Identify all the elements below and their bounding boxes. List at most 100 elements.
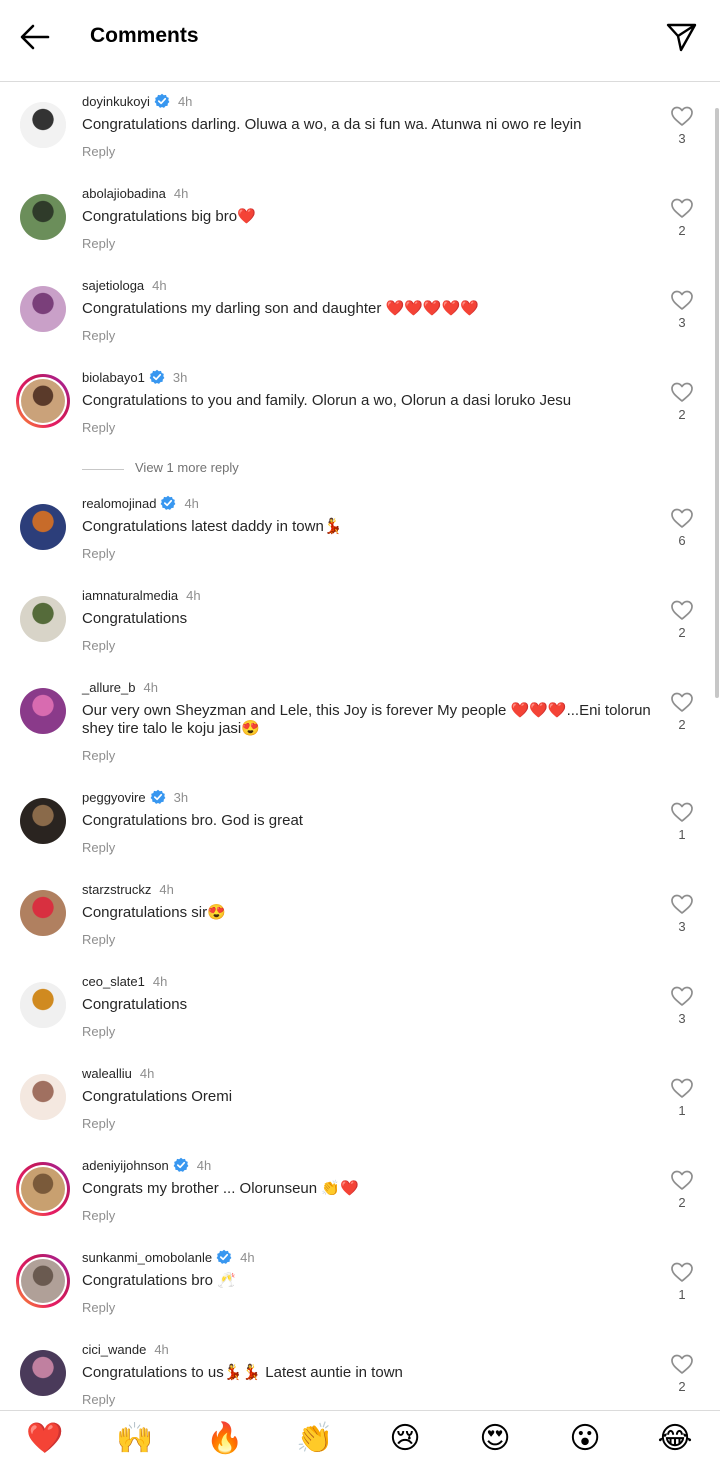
like-count: 3 (678, 315, 686, 330)
reaction-emoji-button[interactable]: 😮 (563, 1419, 607, 1459)
comment-meta: realomojinad 4h (82, 495, 199, 513)
username[interactable]: iamnaturalmedia (82, 588, 178, 603)
username[interactable]: peggyovire (82, 790, 146, 805)
view-more-replies-button[interactable]: View 1 more reply (82, 459, 382, 479)
page-title: Comments (90, 24, 199, 47)
avatar[interactable] (20, 982, 66, 1028)
avatar[interactable] (16, 1254, 70, 1308)
avatar[interactable] (20, 286, 66, 332)
username[interactable]: cici_wande (82, 1342, 146, 1357)
comment-meta: iamnaturalmedia 4h (82, 587, 201, 605)
reaction-emoji-button[interactable]: 😢 (383, 1419, 427, 1459)
comment-text: Congratulations to us💃💃 Latest auntie in… (82, 1364, 403, 1381)
reaction-bar: ❤️ 🙌 🔥 👏 😢 😍 😮 😂 (0, 1410, 720, 1461)
reaction-emoji-button[interactable]: 😂 (653, 1419, 697, 1459)
timestamp: 4h (159, 882, 174, 897)
username[interactable]: sajetiologa (82, 278, 144, 293)
like-heart-icon[interactable] (670, 985, 694, 1007)
comment-meta: sajetiologa 4h (82, 277, 167, 295)
like-heart-icon[interactable] (670, 197, 694, 219)
reply-button[interactable]: Reply (82, 1116, 115, 1131)
scrollbar[interactable] (715, 108, 719, 698)
reply-button[interactable]: Reply (82, 1208, 115, 1223)
reaction-emoji-button[interactable]: 🙌 (113, 1419, 157, 1459)
reply-button[interactable]: Reply (82, 1300, 115, 1315)
comment-row: walealliu 4h Congratulations Oremi Reply 1 (0, 1054, 720, 1146)
verified-badge-icon (156, 495, 176, 511)
comment-text: Congratulations sir😍 (82, 904, 226, 921)
comment-text: Congratulations to you and family. Oloru… (82, 392, 572, 409)
reply-button[interactable]: Reply (82, 144, 115, 159)
like-heart-icon[interactable] (670, 691, 694, 713)
avatar[interactable] (20, 688, 66, 734)
comment-text: Our very own Sheyzman and Lele, this Joy… (82, 702, 651, 737)
timestamp: 4h (152, 278, 167, 293)
avatar[interactable] (20, 890, 66, 936)
reply-button[interactable]: Reply (82, 236, 115, 251)
comment-text: Congratulations bro 🥂 (82, 1272, 236, 1289)
comment-text: Congratulations bro. God is great (82, 812, 303, 829)
avatar[interactable] (20, 504, 66, 550)
reply-button[interactable]: Reply (82, 932, 115, 947)
reply-button[interactable]: Reply (82, 638, 115, 653)
comment-text: Congratulations latest daddy in town💃 (82, 518, 343, 535)
like-heart-icon[interactable] (670, 893, 694, 915)
comment-meta: biolabayo1 3h (82, 369, 187, 387)
avatar[interactable] (20, 798, 66, 844)
like-heart-icon[interactable] (670, 289, 694, 311)
like-heart-icon[interactable] (670, 1353, 694, 1375)
reply-button[interactable]: Reply (82, 748, 115, 763)
like-heart-icon[interactable] (670, 507, 694, 529)
reply-button[interactable]: Reply (82, 546, 115, 561)
avatar[interactable] (20, 1350, 66, 1396)
comment-row: sunkanmi_omobolanle 4h Congratulations bro… (0, 1238, 720, 1330)
verified-badge-icon (150, 93, 170, 109)
reaction-emoji-button[interactable]: 🔥 (203, 1419, 247, 1459)
comment-text: Congrats my brother ... Olorunseun 👏❤️ (82, 1180, 359, 1197)
username[interactable]: _allure_b (82, 680, 136, 695)
username[interactable]: adeniyijohnson (82, 1158, 169, 1173)
comment-meta: doyinkukoyi 4h (82, 93, 192, 111)
timestamp: 3h (173, 790, 189, 805)
avatar[interactable] (20, 596, 66, 642)
username[interactable]: abolajiobadina (82, 186, 166, 201)
like-heart-icon[interactable] (670, 1169, 694, 1191)
username[interactable]: biolabayo1 (82, 370, 145, 385)
avatar[interactable] (20, 194, 66, 240)
reply-button[interactable]: Reply (82, 420, 115, 435)
avatar[interactable] (16, 374, 70, 428)
reply-button[interactable]: Reply (82, 1024, 115, 1039)
like-heart-icon[interactable] (670, 1077, 694, 1099)
avatar[interactable] (16, 1162, 70, 1216)
username[interactable]: ceo_slate1 (82, 974, 145, 989)
username[interactable]: walealliu (82, 1066, 132, 1081)
username[interactable]: starzstruckz (82, 882, 151, 897)
avatar[interactable] (20, 102, 66, 148)
comment-text: Congratulations darling. Oluwa a wo, a d… (82, 116, 582, 133)
username[interactable]: sunkanmi_omobolanle (82, 1250, 212, 1265)
reply-button[interactable]: Reply (82, 328, 115, 343)
like-count: 3 (678, 1011, 686, 1026)
back-arrow-icon[interactable] (18, 22, 52, 52)
comment-row: peggyovire 3h Congratulations bro. God is … (0, 778, 720, 870)
comments-list[interactable]: doyinkukoyi 4h Congratulations darling. Ol… (0, 82, 720, 1410)
username[interactable]: realomojinad (82, 496, 156, 511)
like-heart-icon[interactable] (670, 1261, 694, 1283)
like-count: 2 (678, 717, 686, 732)
reaction-emoji-button[interactable]: 👏 (293, 1419, 337, 1459)
avatar[interactable] (20, 1074, 66, 1120)
reply-button[interactable]: Reply (82, 840, 115, 855)
like-count: 2 (678, 625, 686, 640)
like-heart-icon[interactable] (670, 801, 694, 823)
reaction-emoji-button[interactable]: 😍 (473, 1419, 517, 1459)
username[interactable]: doyinkukoyi (82, 94, 150, 109)
comment-meta: ceo_slate1 4h (82, 973, 167, 991)
like-heart-icon[interactable] (670, 599, 694, 621)
timestamp: 4h (154, 1342, 169, 1357)
reaction-emoji-button[interactable]: ❤️ (23, 1419, 67, 1459)
like-heart-icon[interactable] (670, 381, 694, 403)
comment-text: Congratulations big bro❤️ (82, 208, 256, 225)
share-send-icon[interactable] (664, 20, 698, 54)
like-heart-icon[interactable] (670, 105, 694, 127)
reply-button[interactable]: Reply (82, 1392, 115, 1407)
